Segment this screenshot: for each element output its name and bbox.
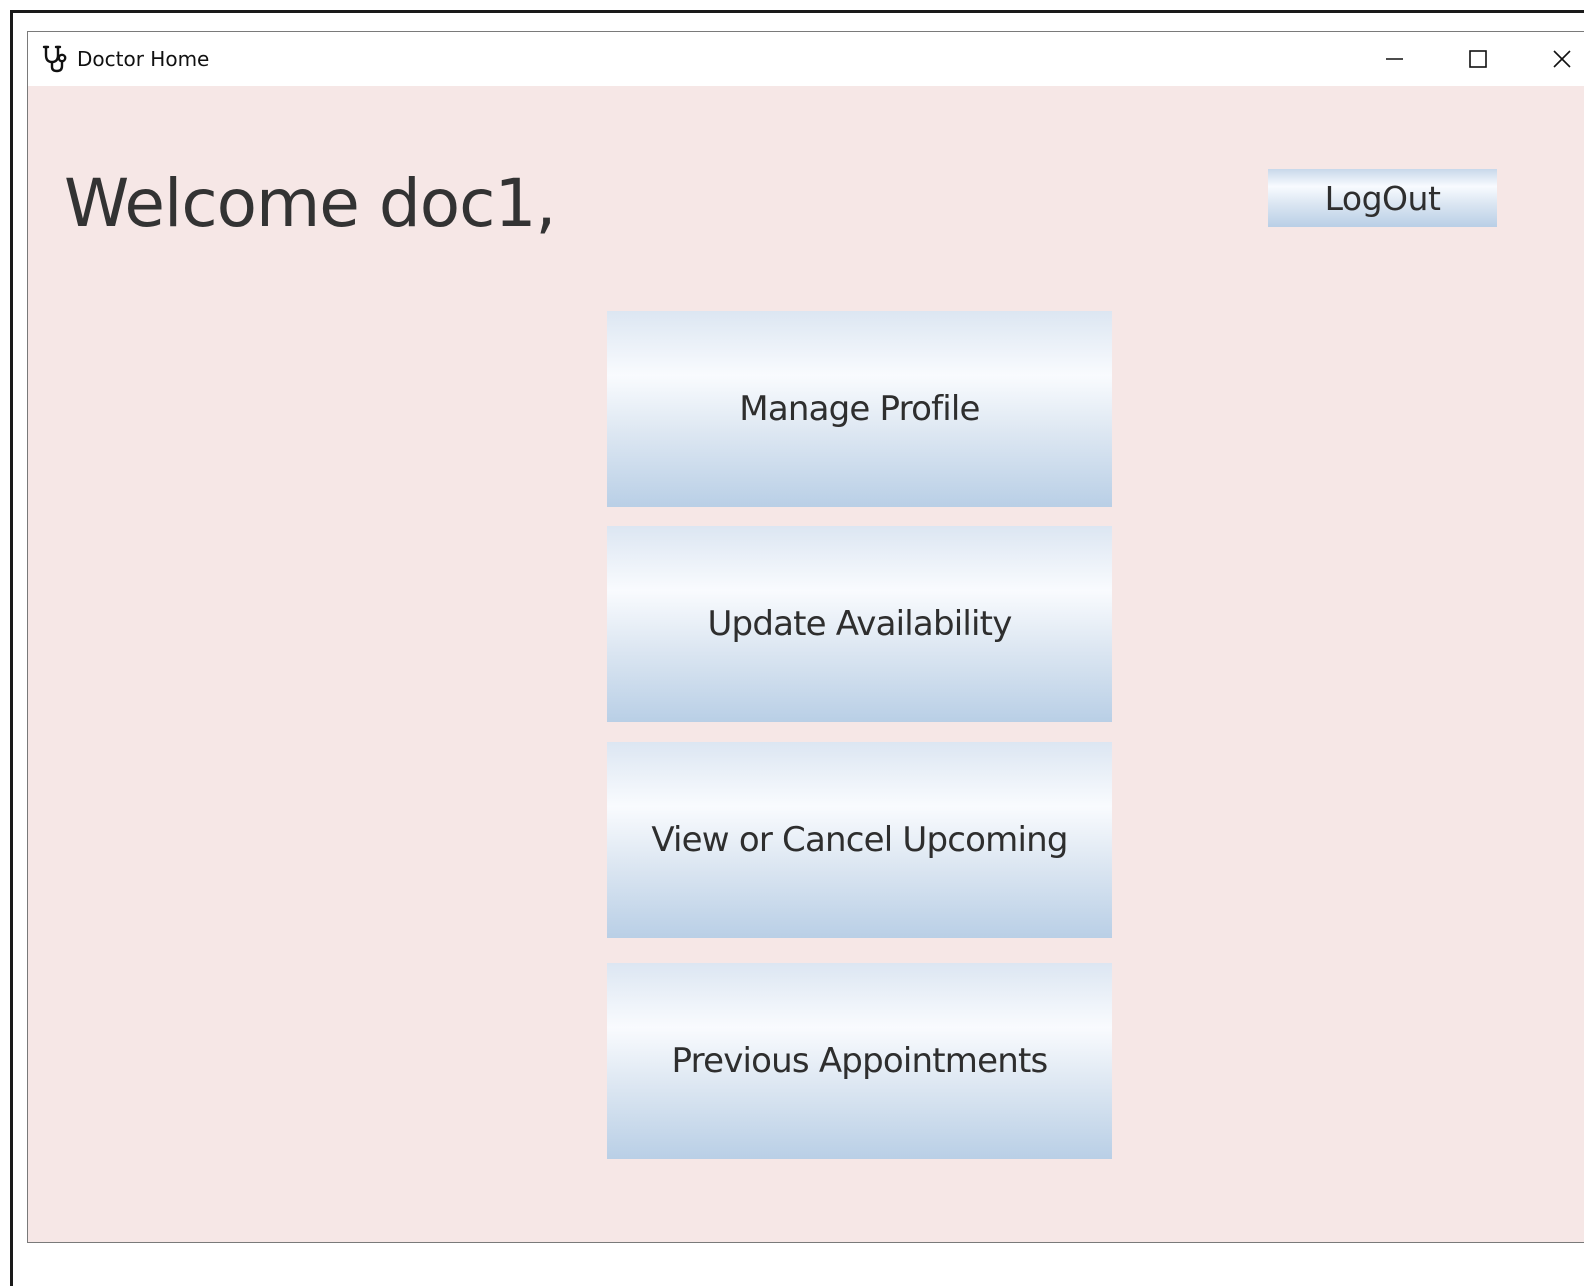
window-title: Doctor Home	[77, 47, 210, 71]
previous-appointments-button[interactable]: Previous Appointments	[607, 963, 1112, 1159]
welcome-heading: Welcome doc1,	[64, 165, 556, 242]
close-icon	[1553, 50, 1571, 68]
maximize-icon	[1469, 50, 1487, 68]
doctor-home-window: Doctor Home Welcome doc1, LogOut Manage …	[27, 31, 1584, 1243]
logout-button[interactable]: LogOut	[1268, 169, 1497, 227]
minimize-button[interactable]	[1356, 32, 1436, 86]
minimize-icon	[1386, 58, 1403, 60]
manage-profile-button[interactable]: Manage Profile	[607, 311, 1112, 507]
stethoscope-icon	[41, 44, 71, 74]
update-availability-button[interactable]: Update Availability	[607, 526, 1112, 722]
maximize-button[interactable]	[1439, 32, 1519, 86]
view-cancel-upcoming-button[interactable]: View or Cancel Upcoming	[607, 742, 1112, 938]
close-button[interactable]	[1522, 32, 1584, 86]
title-bar[interactable]: Doctor Home	[28, 32, 1584, 86]
